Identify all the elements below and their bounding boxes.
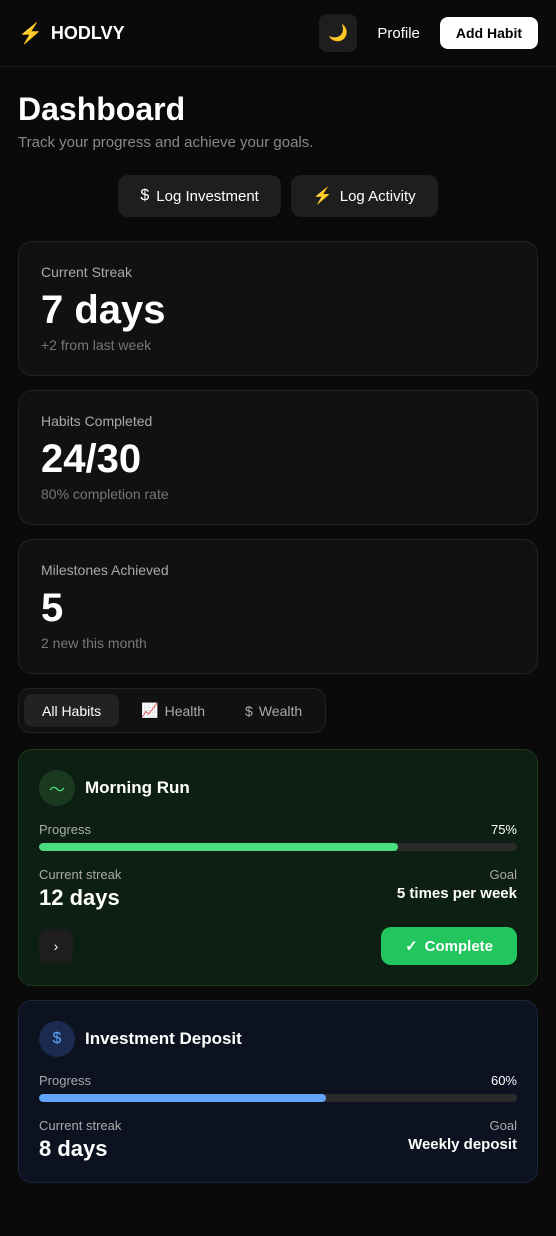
streak-value: 7 days [41,288,515,332]
health-tab-label: Health [165,703,205,719]
habits-card: Habits Completed 24/30 80% completion ra… [18,390,538,525]
habit-meta-investment: Current streak 8 days Goal Weekly deposi… [39,1118,517,1162]
habit-header-morning-run: 〜 Morning Run [39,770,517,806]
action-buttons: $ Log Investment ⚡ Log Activity [18,175,538,217]
health-tab-icon: 📈 [141,702,158,719]
streak-label-morning-run: Current streak [39,867,121,882]
habit-actions-morning-run: › ✓ Complete [39,927,517,965]
progress-fill-investment [39,1094,326,1102]
progress-track-morning-run [39,843,517,851]
log-activity-button[interactable]: ⚡ Log Activity [291,175,438,217]
main-content: Dashboard Track your progress and achiev… [0,67,556,1221]
habits-sub: 80% completion rate [41,486,515,502]
goal-label-investment: Goal [408,1118,517,1133]
habit-meta-morning-run: Current streak 12 days Goal 5 times per … [39,867,517,911]
complete-label-morning-run: Complete [425,938,493,955]
progress-row-investment: Progress 60% [39,1073,517,1088]
wealth-tab-icon: $ [245,703,253,719]
habit-tabs: All Habits 📈 Health $ Wealth [18,688,326,733]
streak-sub: +2 from last week [41,337,515,353]
add-habit-button[interactable]: Add Habit [440,17,538,49]
header-right: 🌙 Profile Add Habit [319,14,538,52]
logo: ⚡ HODLVY [18,21,125,46]
goal-block-investment: Goal Weekly deposit [408,1118,517,1153]
complete-button-morning-run[interactable]: ✓ Complete [381,927,517,965]
tab-wealth[interactable]: $ Wealth [227,694,320,727]
page-title: Dashboard [18,91,538,128]
streak-value-morning-run: 12 days [39,885,121,911]
habit-header-investment: $ Investment Deposit [39,1021,517,1057]
activity-icon: ⚡ [313,186,333,206]
logo-icon: ⚡ [18,21,43,46]
habit-icon-morning-run: 〜 [39,770,75,806]
milestones-sub: 2 new this month [41,635,515,651]
habit-name-morning-run: Morning Run [85,778,190,798]
streak-label: Current Streak [41,264,515,280]
goal-label-morning-run: Goal [397,867,517,882]
chevron-right-icon: › [54,938,59,954]
logo-text: HODLVY [51,23,125,44]
habit-icon-investment: $ [39,1021,75,1057]
habits-label: Habits Completed [41,413,515,429]
progress-fill-morning-run [39,843,398,851]
progress-pct-investment: 60% [491,1073,517,1088]
milestones-label: Milestones Achieved [41,562,515,578]
wealth-tab-label: Wealth [259,703,302,719]
streak-card: Current Streak 7 days +2 from last week [18,241,538,376]
streak-block-morning-run: Current streak 12 days [39,867,121,911]
activity-wave-icon: 〜 [49,776,65,800]
habit-card-investment: $ Investment Deposit Progress 60% Curren… [18,1000,538,1183]
streak-block-investment: Current streak 8 days [39,1118,121,1162]
habit-card-morning-run: 〜 Morning Run Progress 75% Current strea… [18,749,538,986]
progress-text-morning-run: Progress [39,822,91,837]
progress-text-investment: Progress [39,1073,91,1088]
goal-value-morning-run: 5 times per week [397,885,517,902]
page-subtitle: Track your progress and achieve your goa… [18,134,538,151]
milestones-value: 5 [41,586,515,630]
profile-button[interactable]: Profile [367,19,430,48]
log-investment-button[interactable]: $ Log Investment [118,175,280,217]
progress-row-morning-run: Progress 75% [39,822,517,837]
progress-pct-morning-run: 75% [491,822,517,837]
goal-value-investment: Weekly deposit [408,1136,517,1153]
header: ⚡ HODLVY 🌙 Profile Add Habit [0,0,556,67]
goal-block-morning-run: Goal 5 times per week [397,867,517,902]
tab-health[interactable]: 📈 Health [123,694,223,727]
log-investment-label: Log Investment [156,188,259,205]
moon-icon: 🌙 [328,23,348,43]
dollar-icon: $ [140,187,149,205]
milestones-card: Milestones Achieved 5 2 new this month [18,539,538,674]
habit-name-investment: Investment Deposit [85,1029,242,1049]
tab-all-habits[interactable]: All Habits [24,694,119,727]
log-activity-label: Log Activity [340,188,416,205]
streak-label-investment: Current streak [39,1118,121,1133]
theme-toggle-button[interactable]: 🌙 [319,14,357,52]
check-icon-morning-run: ✓ [405,937,418,955]
habits-value: 24/30 [41,437,515,481]
dollar-circle-icon: $ [53,1030,62,1048]
streak-value-investment: 8 days [39,1136,121,1162]
progress-track-investment [39,1094,517,1102]
expand-button-morning-run[interactable]: › [39,929,73,963]
